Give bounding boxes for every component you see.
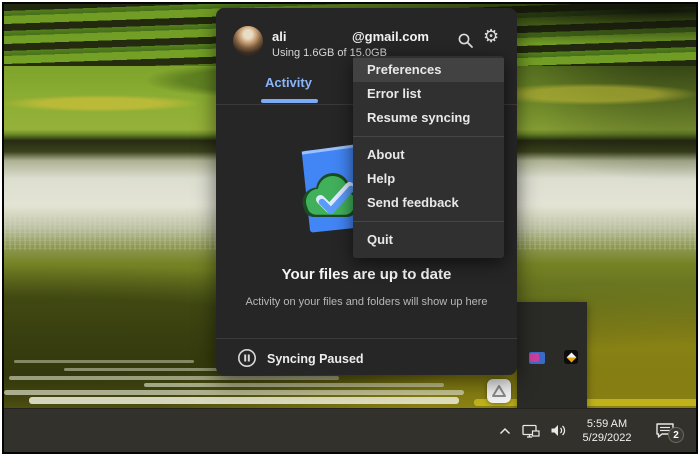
google-drive-tray-button[interactable] <box>487 379 511 403</box>
pause-circle-icon <box>237 348 257 368</box>
footer-divider <box>216 338 517 339</box>
network-status-button[interactable] <box>518 423 544 439</box>
settings-button[interactable]: ⚙ <box>483 27 499 45</box>
menu-item-send-feedback[interactable]: Send feedback <box>353 191 504 215</box>
tray-app-icon-2[interactable] <box>564 350 578 364</box>
volume-button[interactable] <box>544 423 572 438</box>
menu-item-preferences[interactable]: Preferences <box>353 58 504 82</box>
tray-app-icon-1[interactable] <box>529 352 545 364</box>
tab-activity[interactable]: Activity <box>265 75 312 90</box>
screenshot-frame: ali @gmail.com Using 1.6GB of 15.0GB ⚙ A… <box>0 0 700 456</box>
clock-time: 5:59 AM <box>587 417 627 431</box>
search-button[interactable] <box>457 32 474 54</box>
sync-status-label: Syncing Paused <box>267 352 364 366</box>
tab-activity-underline <box>261 99 318 103</box>
menu-separator <box>353 136 504 137</box>
speaker-icon <box>550 423 567 438</box>
menu-item-resume-syncing[interactable]: Resume syncing <box>353 106 504 130</box>
empty-state-title: Your files are up to date <box>216 266 517 283</box>
menu-item-help[interactable]: Help <box>353 167 504 191</box>
desktop: ali @gmail.com Using 1.6GB of 15.0GB ⚙ A… <box>2 2 698 454</box>
taskbar-clock[interactable]: 5:59 AM 5/29/2022 <box>572 417 642 445</box>
tray-expand-button[interactable] <box>492 427 518 435</box>
menu-item-quit[interactable]: Quit <box>353 228 504 252</box>
settings-context-menu: Preferences Error list Resume syncing Ab… <box>353 56 504 258</box>
account-name: ali <box>272 29 286 44</box>
windows-taskbar: 5:59 AM 5/29/2022 2 <box>4 408 696 452</box>
action-center-button[interactable]: 2 <box>642 422 688 439</box>
tray-overflow-flyout <box>517 302 587 411</box>
search-icon <box>457 32 474 49</box>
empty-state-subtitle: Activity on your files and folders will … <box>216 296 517 308</box>
menu-item-about[interactable]: About <box>353 143 504 167</box>
notification-count-badge: 2 <box>668 427 684 443</box>
account-email: @gmail.com <box>352 29 429 44</box>
gear-icon: ⚙ <box>483 26 499 46</box>
network-icon <box>522 423 540 439</box>
clock-date: 5/29/2022 <box>583 431 632 445</box>
menu-item-error-list[interactable]: Error list <box>353 82 504 106</box>
account-avatar <box>233 26 263 56</box>
google-drive-icon <box>492 385 506 398</box>
chevron-up-icon <box>499 427 511 435</box>
pause-resume-button[interactable] <box>237 348 257 368</box>
menu-separator <box>353 221 504 222</box>
